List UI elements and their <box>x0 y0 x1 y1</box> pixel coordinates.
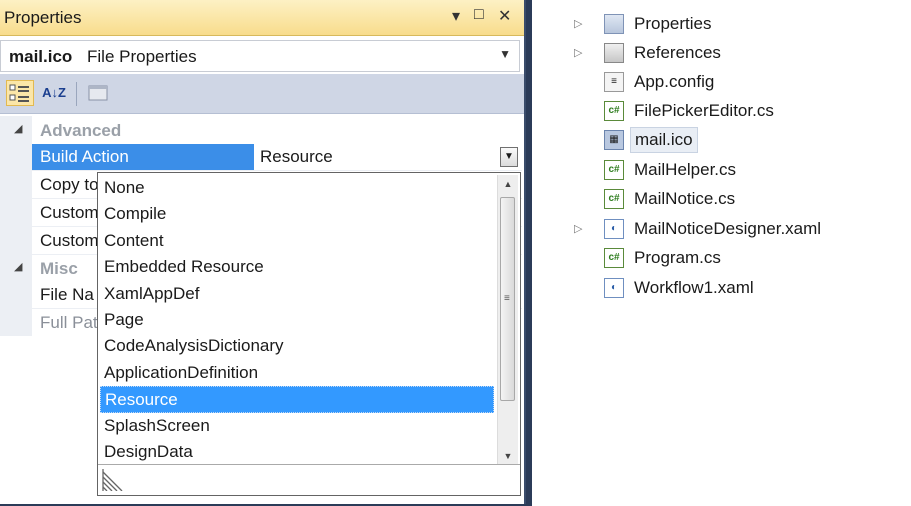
xaml-file-icon: ◐ <box>604 219 624 239</box>
dropdown-scrollbar[interactable]: ▲ ≡ ▼ <box>497 175 518 465</box>
window-position-dropdown-icon[interactable]: ▾ <box>452 6 460 26</box>
tree-item-label: Workflow1.xaml <box>634 278 754 297</box>
tree-item-label: mail.ico <box>630 127 698 153</box>
dropdown-item[interactable]: DesignData <box>100 439 494 465</box>
categorized-button[interactable] <box>6 80 34 106</box>
tree-item-program[interactable]: c# Program.cs <box>532 244 911 273</box>
csharp-file-icon: c# <box>604 248 624 268</box>
collapse-icon[interactable]: ◢ <box>14 260 22 273</box>
object-selector[interactable]: mail.ico File Properties ▼ <box>0 40 520 72</box>
grip-icon: ≡ <box>504 293 510 304</box>
scroll-up-icon[interactable]: ▲ <box>498 175 518 193</box>
tree-item-label: MailNoticeDesigner.xaml <box>634 219 822 238</box>
icon-file-icon: ▦ <box>604 130 624 150</box>
category-advanced[interactable]: ◢ Advanced <box>0 118 524 144</box>
dropdown-item[interactable]: Compile <box>100 201 494 227</box>
dropdown-item[interactable]: Page <box>100 307 494 333</box>
property-pages-button[interactable] <box>84 80 112 106</box>
tree-item-label: MailHelper.cs <box>634 160 737 179</box>
tree-item-filepickereditor[interactable]: c# FilePickerEditor.cs <box>532 97 911 126</box>
dropdown-item-selected[interactable]: Resource <box>100 386 494 413</box>
collapse-icon[interactable]: ◢ <box>14 122 22 135</box>
xaml-file-icon: ◐ <box>604 278 624 298</box>
dropdown-item[interactable]: XamlAppDef <box>100 281 494 307</box>
category-label: Advanced <box>40 121 122 140</box>
tree-item-label: App.config <box>634 72 715 91</box>
close-icon[interactable]: ✕ <box>498 6 511 26</box>
chevron-down-icon[interactable]: ▼ <box>499 47 511 61</box>
csharp-file-icon: c# <box>604 189 624 209</box>
scroll-down-icon[interactable]: ▼ <box>498 447 518 465</box>
dropdown-footer <box>98 464 520 495</box>
dropdown-arrow-button[interactable]: ▼ <box>500 147 518 167</box>
expand-icon[interactable]: ▷ <box>574 17 582 30</box>
object-name: mail.ico <box>9 47 73 66</box>
category-label: Misc <box>40 259 78 278</box>
categorized-icon <box>9 84 29 102</box>
dropdown-item[interactable]: CodeAnalysisDictionary <box>100 333 494 359</box>
dropdown-item[interactable]: Content <box>100 228 494 254</box>
build-action-dropdown-list[interactable]: None Compile Content Embedded Resource X… <box>97 172 521 496</box>
properties-toolbar: A↓Z <box>0 74 524 114</box>
tree-item-references[interactable]: ▷ References <box>532 39 911 68</box>
references-icon <box>604 43 624 63</box>
folder-icon <box>604 14 624 34</box>
tree-item-mail-ico[interactable]: ▦ mail.ico <box>532 126 911 155</box>
dropdown-item[interactable]: SplashScreen <box>100 413 494 439</box>
property-name[interactable]: Build Action <box>32 144 254 171</box>
tree-item-label: MailNotice.cs <box>634 189 736 208</box>
property-value-text: Resource <box>260 147 333 166</box>
expand-icon[interactable]: ▷ <box>574 46 582 59</box>
dropdown-item[interactable]: None <box>100 175 494 201</box>
config-file-icon: ≡ <box>604 72 624 92</box>
scrollbar-thumb[interactable]: ≡ <box>500 197 515 401</box>
tree-item-mailnoticedesigner[interactable]: ▷ ◐ MailNoticeDesigner.xaml <box>532 215 911 244</box>
csharp-file-icon: c# <box>604 101 624 121</box>
properties-title: Properties <box>4 8 82 27</box>
tree-item-label: Properties <box>634 14 712 33</box>
solution-explorer: ▷ Properties ▷ References ≡ App.config c… <box>532 0 911 506</box>
resize-grip-icon[interactable] <box>102 469 124 491</box>
expand-icon[interactable]: ▷ <box>574 222 582 235</box>
tree-item-properties[interactable]: ▷ Properties <box>532 10 911 39</box>
alphabetical-sort-icon: A↓Z <box>42 85 66 100</box>
tree-item-label: References <box>634 43 721 62</box>
tree-item-app-config[interactable]: ≡ App.config <box>532 68 911 97</box>
property-row-build-action[interactable]: Build Action Resource ▼ <box>0 144 524 171</box>
csharp-file-icon: c# <box>604 160 624 180</box>
tree-item-workflow1[interactable]: ◐ Workflow1.xaml <box>532 274 911 303</box>
object-type: File Properties <box>87 47 197 66</box>
property-value[interactable]: Resource ▼ <box>254 144 522 171</box>
alphabetical-button[interactable]: A↓Z <box>40 80 68 106</box>
property-pages-icon <box>88 85 108 101</box>
tree-item-mailnotice[interactable]: c# MailNotice.cs <box>532 185 911 214</box>
dropdown-item[interactable]: Embedded Resource <box>100 254 494 280</box>
tree-item-label: Program.cs <box>634 248 721 267</box>
maximize-icon[interactable]: □ <box>474 6 484 24</box>
tree-item-label: FilePickerEditor.cs <box>634 101 774 120</box>
toolbar-separator <box>76 82 77 106</box>
tree-item-mailhelper[interactable]: c# MailHelper.cs <box>532 156 911 185</box>
dropdown-item[interactable]: ApplicationDefinition <box>100 360 494 386</box>
properties-title-bar: Properties ▾ □ ✕ <box>0 0 524 36</box>
